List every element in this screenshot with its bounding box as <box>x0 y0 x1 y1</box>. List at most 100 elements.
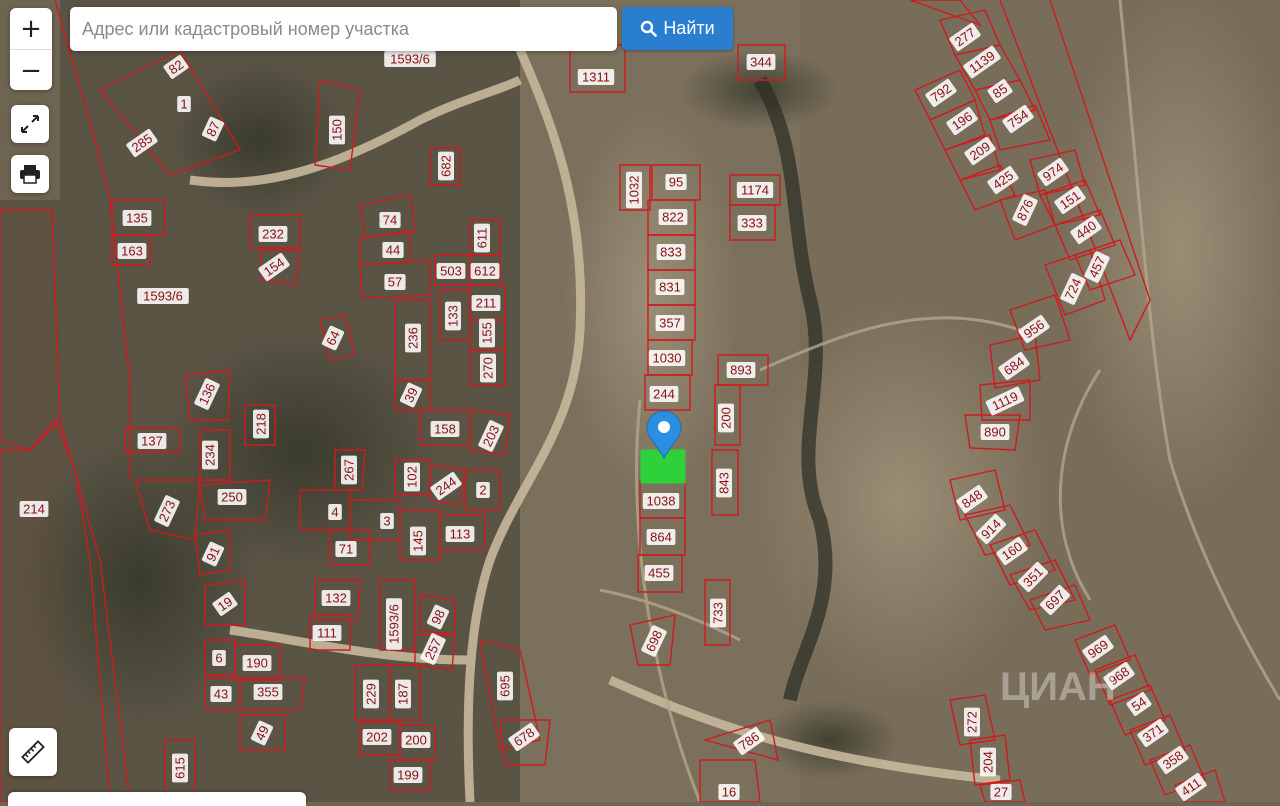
parcel-number: 1174 <box>741 183 769 198</box>
zoom-in-button[interactable]: + <box>10 8 52 49</box>
parcel-label[interactable]: 455 <box>644 565 674 581</box>
parcel-label[interactable]: 272 <box>964 707 980 737</box>
parcel-label[interactable]: 43 <box>210 686 232 702</box>
parcel-label[interactable]: 202 <box>362 729 392 745</box>
parcel-label[interactable]: 234 <box>202 440 218 470</box>
parcel-label[interactable]: 682 <box>438 151 454 181</box>
parcel-label[interactable]: 74 <box>379 212 401 228</box>
parcel-number: 1030 <box>653 351 682 366</box>
parcel-label[interactable]: 1 <box>177 96 191 112</box>
parcel-label[interactable]: 102 <box>404 462 420 492</box>
parcel-label[interactable]: 355 <box>253 684 283 700</box>
parcel-label[interactable]: 4 <box>328 504 342 520</box>
parcel-label[interactable]: 16 <box>718 784 740 800</box>
parcel-label[interactable]: 163 <box>117 243 147 259</box>
parcel-label[interactable]: 612 <box>470 263 500 279</box>
parcel-label[interactable]: 57 <box>384 274 406 290</box>
parcel-label[interactable]: 833 <box>656 244 686 260</box>
parcel-label[interactable]: 232 <box>258 226 288 242</box>
parcel-number: 831 <box>659 280 681 295</box>
parcel-number: 455 <box>648 566 670 581</box>
parcel-label[interactable]: 71 <box>335 541 357 557</box>
parcel-label[interactable]: 695 <box>497 671 513 701</box>
parcel-label[interactable]: 270 <box>480 353 496 383</box>
ruler-button[interactable] <box>9 728 57 776</box>
parcel-number: 4 <box>331 505 338 520</box>
parcel-number: 822 <box>662 210 684 225</box>
parcel-label[interactable]: 1593/6 <box>137 288 189 304</box>
parcel-number: 272 <box>965 711 980 733</box>
parcel-label[interactable]: 158 <box>430 421 460 437</box>
zoom-out-button[interactable]: − <box>10 49 52 90</box>
search-button[interactable]: Найти <box>622 7 733 50</box>
parcel-label[interactable]: 214 <box>19 501 49 517</box>
parcel-label[interactable]: 611 <box>474 223 490 253</box>
parcel-number: 1593/6 <box>390 52 430 67</box>
parcel-label[interactable]: 843 <box>716 468 732 498</box>
parcel-label[interactable]: 200 <box>718 403 734 433</box>
parcel-label[interactable]: 27 <box>990 784 1012 800</box>
parcel-label[interactable]: 44 <box>382 242 404 258</box>
parcel-label[interactable]: 204 <box>980 747 996 777</box>
parcel-label[interactable]: 135 <box>122 210 152 226</box>
parcel-label[interactable]: 111 <box>312 625 342 641</box>
parcel-label[interactable]: 893 <box>726 362 756 378</box>
parcel-label[interactable]: 187 <box>395 679 411 709</box>
parcel-number: 1311 <box>582 70 610 85</box>
parcel-label[interactable]: 133 <box>445 301 461 331</box>
parcel-number: 199 <box>397 768 419 783</box>
parcel-label[interactable]: 822 <box>658 209 688 225</box>
parcel-label[interactable]: 190 <box>242 655 272 671</box>
parcel-number: 113 <box>450 527 471 542</box>
parcel-label[interactable]: 6 <box>212 650 226 666</box>
parcel-label[interactable]: 344 <box>746 54 776 70</box>
parcel-number: 1032 <box>627 176 642 205</box>
parcel-label[interactable]: 615 <box>172 753 188 783</box>
parcel-label[interactable]: 113 <box>445 526 475 542</box>
parcel-number: 111 <box>317 626 337 641</box>
parcel-label[interactable]: 1311 <box>577 69 615 85</box>
parcel-label[interactable]: 733 <box>710 598 726 628</box>
parcel-label[interactable]: 890 <box>980 424 1010 440</box>
parcel-label[interactable]: 200 <box>401 732 431 748</box>
parcel-number: 893 <box>730 363 752 378</box>
parcel-number: 270 <box>481 357 496 379</box>
parcel-label[interactable]: 1593/6 <box>386 598 402 650</box>
parcel-number: 682 <box>439 155 454 177</box>
parcel-label[interactable]: 503 <box>436 263 466 279</box>
parcel-label[interactable]: 211 <box>471 295 501 311</box>
parcel-label[interactable]: 1593/6 <box>384 51 436 67</box>
parcel-label[interactable]: 831 <box>655 279 685 295</box>
fullscreen-button[interactable] <box>11 105 49 143</box>
parcel-label[interactable]: 1038 <box>642 493 680 509</box>
parcel-label[interactable]: 229 <box>363 679 379 709</box>
parcel-label[interactable]: 218 <box>253 409 269 439</box>
parcel-label[interactable]: 132 <box>321 590 351 606</box>
parcel-label[interactable]: 333 <box>737 215 767 231</box>
parcel-label[interactable]: 145 <box>410 526 426 556</box>
parcel-number: 214 <box>23 502 45 517</box>
parcel-label[interactable]: 1174 <box>736 182 774 198</box>
expand-icon <box>21 115 39 133</box>
parcel-number: 357 <box>659 316 681 331</box>
parcel-label[interactable]: 267 <box>341 455 357 485</box>
parcel-label[interactable]: 137 <box>137 433 167 449</box>
parcel-label[interactable]: 95 <box>665 174 687 190</box>
parcel-label[interactable]: 864 <box>646 529 676 545</box>
parcel-label[interactable]: 357 <box>655 315 685 331</box>
parcel-label[interactable]: 236 <box>405 323 421 353</box>
parcel-label[interactable]: 2 <box>476 482 490 498</box>
parcel-label[interactable]: 1032 <box>626 171 642 209</box>
print-button[interactable] <box>11 155 49 193</box>
parcel-label[interactable]: 150 <box>329 115 345 145</box>
search-input[interactable] <box>70 7 617 51</box>
parcel-number: 150 <box>330 119 345 141</box>
parcel-label[interactable]: 250 <box>217 489 247 505</box>
parcel-label[interactable]: 155 <box>479 318 495 348</box>
parcel-label[interactable]: 3 <box>380 513 394 529</box>
parcel-number: 1 <box>180 97 187 112</box>
parcel-label[interactable]: 244 <box>649 386 679 402</box>
parcel-number: 187 <box>396 683 411 705</box>
parcel-label[interactable]: 1030 <box>648 350 686 366</box>
parcel-label[interactable]: 199 <box>393 767 423 783</box>
